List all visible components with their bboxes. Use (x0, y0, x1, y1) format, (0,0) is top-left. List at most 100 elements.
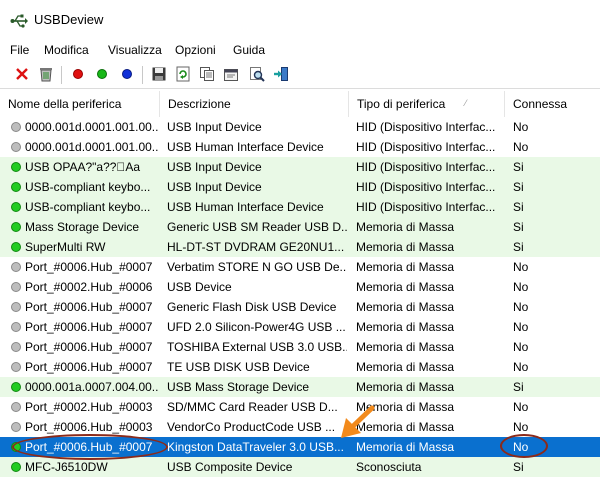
status-dot-icon (11, 262, 21, 272)
description-cell: Verbatim STORE N GO USB De... (167, 260, 347, 274)
toolbar-separator (61, 66, 62, 84)
description-cell: VendorCo ProductCode USB ... (167, 420, 336, 434)
status-dot-icon (11, 422, 21, 432)
description-cell: USB Human Interface Device (167, 140, 324, 154)
description-cell: USB Input Device (167, 120, 262, 134)
description-cell: UFD 2.0 Silicon-Power4G USB ... (167, 320, 346, 334)
device-type-cell: HID (Dispositivo Interfac... (356, 140, 496, 154)
table-row[interactable]: Port_#0006.Hub_#0003 VendorCo ProductCode… (0, 417, 600, 437)
refresh-icon[interactable] (174, 65, 192, 83)
device-name-cell: Port_#0006.Hub_#0003 (25, 420, 153, 434)
description-cell: Generic Flash Disk USB Device (167, 300, 337, 314)
device-name-cell: MFC-J6510DW (25, 460, 108, 474)
device-type-cell: Memoria di Massa (356, 300, 455, 314)
column-header-type[interactable]: Tipo di periferica (349, 91, 505, 117)
status-dot-icon (11, 302, 21, 312)
device-type-cell: HID (Dispositivo Interfac... (356, 180, 496, 194)
device-name-cell: Port_#0006.Hub_#0007 (25, 260, 153, 274)
device-type-cell: Memoria di Massa (356, 420, 455, 434)
menu-file[interactable]: File (10, 43, 29, 57)
blue-dot-icon[interactable] (118, 65, 136, 83)
description-cell: USB Input Device (167, 160, 262, 174)
status-dot-icon (11, 202, 21, 212)
column-header-description[interactable]: Descrizione (160, 91, 349, 117)
connected-cell: Si (513, 240, 524, 254)
device-name-cell: USB OPAA?"a?? Aa (25, 160, 141, 174)
table-row[interactable]: SuperMulti RW HL-DT-ST DVDRAM GE20NU1... M… (0, 237, 600, 257)
device-type-cell: Memoria di Massa (356, 260, 455, 274)
device-name-cell: Mass Storage Device (25, 220, 140, 234)
table-row[interactable]: Port_#0006.Hub_#0007 Kingston DataTravele… (0, 437, 600, 457)
device-name-cell: Port_#0006.Hub_#0007 (25, 300, 153, 314)
table-row[interactable]: 0000.001a.0007.004.00... USB Mass Storage… (0, 377, 600, 397)
device-name-cell: 0000.001d.0001.001.00... (25, 120, 158, 134)
connected-cell: Si (513, 380, 524, 394)
device-name-cell: Port_#0006.Hub_#0007 (25, 440, 153, 454)
table-row[interactable]: Port_#0002.Hub_#0006 USB Device Memoria di… (0, 277, 600, 297)
connected-cell: Si (513, 220, 524, 234)
delete-icon[interactable] (13, 65, 31, 83)
column-header-name[interactable]: Nome della periferica (0, 91, 160, 117)
device-type-cell: Memoria di Massa (356, 380, 455, 394)
device-name-cell: Port_#0006.Hub_#0007 (25, 320, 153, 334)
status-dot-icon (11, 122, 21, 132)
table-row[interactable]: USB OPAA?"a?? Aa USB Input Device HID (Dis… (0, 157, 600, 177)
table-row[interactable]: 0000.001d.0001.001.00... USB Human Interf… (0, 137, 600, 157)
device-name-cell: 0000.001d.0001.001.00... (25, 140, 158, 154)
table-row[interactable]: Port_#0006.Hub_#0007 Generic Flash Disk U… (0, 297, 600, 317)
device-name-cell: Port_#0006.Hub_#0007 (25, 360, 153, 374)
device-name-cell: USB-compliant keybo... (25, 180, 151, 194)
toolbar (0, 62, 600, 89)
device-type-cell: Sconosciuta (356, 460, 422, 474)
status-dot-icon (11, 382, 21, 392)
device-table: Nome della periferica Descrizione Tipo d… (0, 91, 600, 477)
device-name-cell: Port_#0002.Hub_#0003 (25, 400, 153, 414)
device-type-cell: HID (Dispositivo Interfac... (356, 160, 496, 174)
uninstall-icon[interactable] (37, 65, 55, 83)
description-cell: TE USB DISK USB Device (167, 360, 310, 374)
menu-modifica[interactable]: Modifica (44, 43, 89, 57)
properties-icon[interactable] (222, 65, 240, 83)
table-row[interactable]: 0000.001d.0001.001.00... USB Input Device… (0, 117, 600, 137)
description-cell: USB Input Device (167, 180, 262, 194)
connected-cell: No (513, 120, 529, 134)
status-dot-icon (11, 162, 21, 172)
red-dot-icon[interactable] (69, 65, 87, 83)
status-dot-icon (11, 242, 21, 252)
status-dot-icon (11, 322, 21, 332)
description-cell: USB Mass Storage Device (167, 380, 310, 394)
connected-cell: No (513, 420, 529, 434)
save-icon[interactable] (150, 65, 168, 83)
connected-cell: No (513, 440, 529, 454)
device-type-cell: Memoria di Massa (356, 340, 455, 354)
connected-cell: Si (513, 460, 524, 474)
table-row[interactable]: Port_#0002.Hub_#0003 SD/MMC Card Reader U… (0, 397, 600, 417)
device-name-cell: Port_#0006.Hub_#0007 (25, 340, 153, 354)
menu-bar: File Modifica Visualizza Opzioni Guida (0, 40, 600, 62)
table-row[interactable]: Port_#0006.Hub_#0007 UFD 2.0 Silicon-Powe… (0, 317, 600, 337)
table-row[interactable]: Port_#0006.Hub_#0007 Verbatim STORE N GO … (0, 257, 600, 277)
usb-app-icon (10, 14, 28, 28)
table-row[interactable]: Port_#0006.Hub_#0007 TE USB DISK USB Devi… (0, 357, 600, 377)
toolbar-separator (142, 66, 143, 84)
connected-cell: No (513, 320, 529, 334)
table-row[interactable]: USB-compliant keybo... USB Input Device HI… (0, 177, 600, 197)
exit-icon[interactable] (272, 65, 290, 83)
device-name-cell: SuperMulti RW (25, 240, 106, 254)
menu-visualizza[interactable]: Visualizza (108, 43, 162, 57)
table-row[interactable]: Port_#0006.Hub_#0007 TOSHIBA External USB… (0, 337, 600, 357)
connected-cell: No (513, 360, 529, 374)
green-dot-icon[interactable] (93, 65, 111, 83)
connected-cell: Si (513, 200, 524, 214)
status-dot-icon (11, 342, 21, 352)
column-header-connected[interactable]: Connessa (505, 91, 600, 117)
table-row[interactable]: MFC-J6510DW USB Composite Device Sconosciu… (0, 457, 600, 477)
device-name-cell: USB-compliant keybo... (25, 200, 151, 214)
find-icon[interactable] (248, 65, 266, 83)
table-row[interactable]: USB-compliant keybo... USB Human Interfac… (0, 197, 600, 217)
menu-opzioni[interactable]: Opzioni (175, 43, 216, 57)
copy-icon[interactable] (198, 65, 216, 83)
table-row[interactable]: Mass Storage Device Generic USB SM Reader… (0, 217, 600, 237)
menu-guida[interactable]: Guida (233, 43, 265, 57)
description-cell: Kingston DataTraveler 3.0 USB... (167, 440, 344, 454)
